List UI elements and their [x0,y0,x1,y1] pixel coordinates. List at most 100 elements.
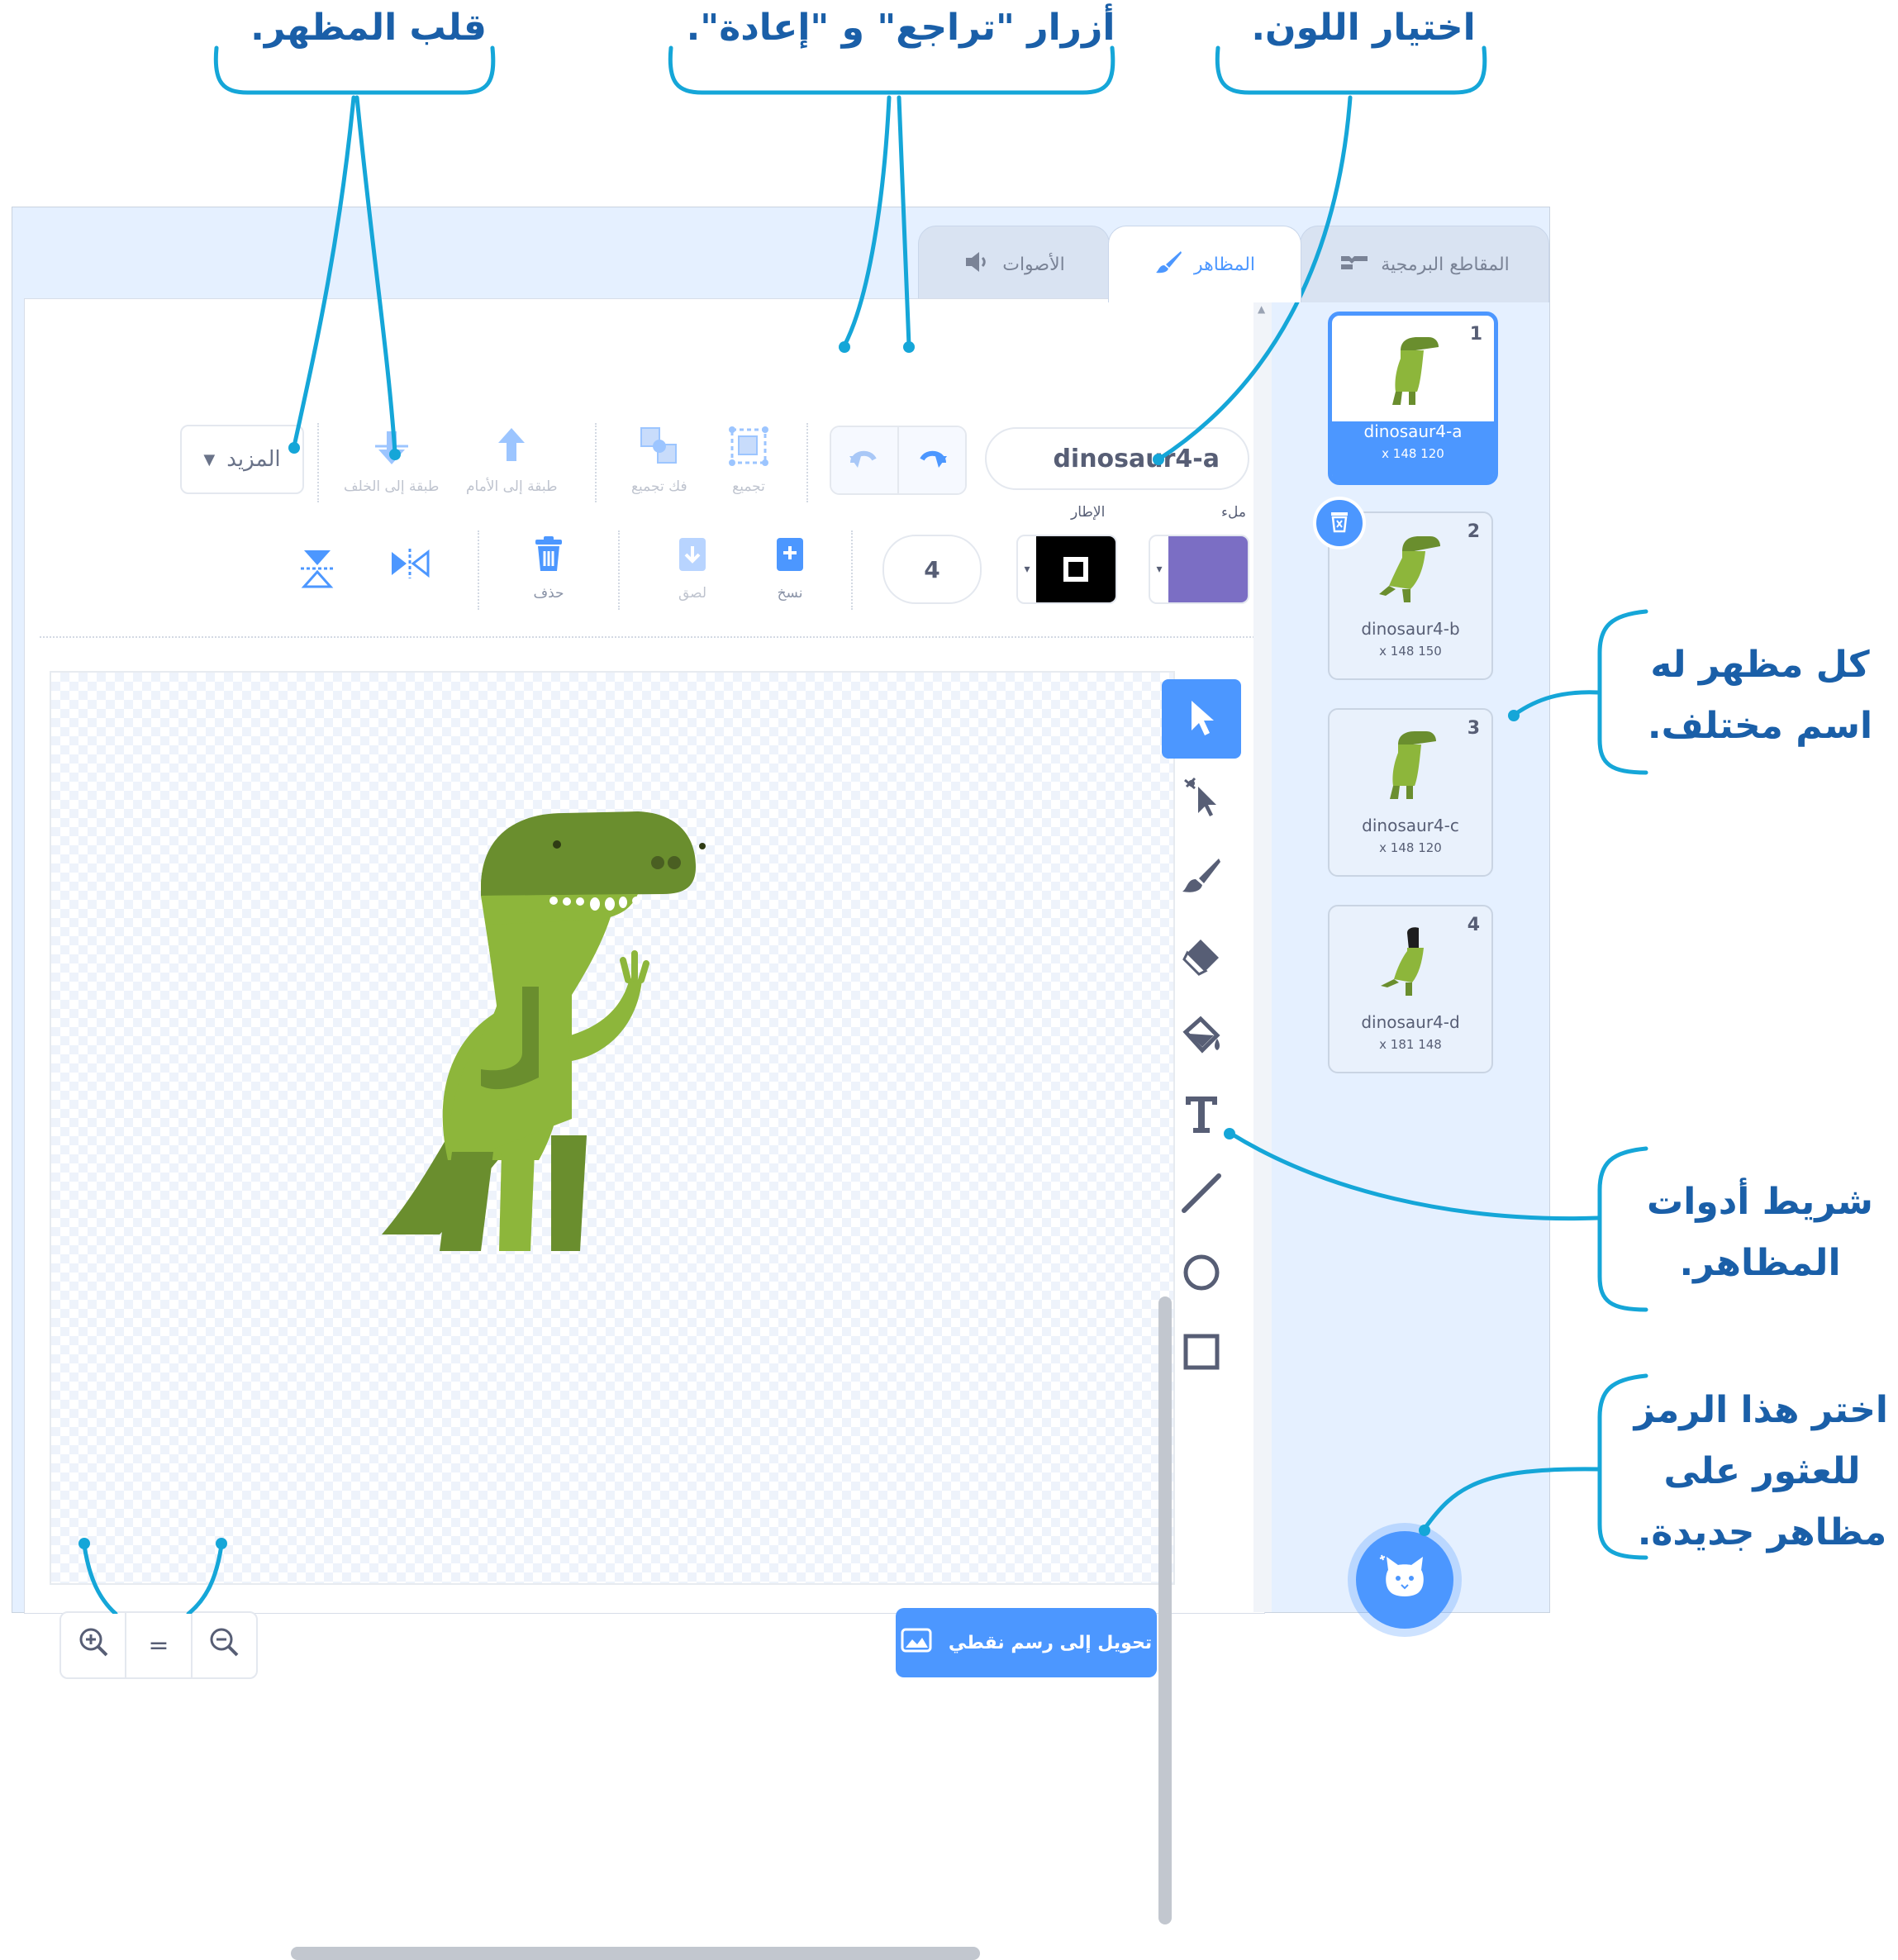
redo-button[interactable] [897,427,965,493]
speaker-icon [963,250,991,279]
callout-toolbar: شريط أدوات المظاهر. [1644,1172,1876,1294]
callout-flip: قلب المظهر. [250,7,487,49]
circle-tool[interactable] [1162,1235,1241,1314]
zoom-in-button[interactable] [61,1613,125,1677]
flip-horizontal-button[interactable] [388,547,431,584]
separator [806,423,808,502]
costume-name: dinosaur4-d [1361,1012,1460,1032]
panel-scrollbar[interactable]: ▲ [1253,298,1272,1612]
callout-costume-names-line1: كل مظهر له [1650,644,1870,686]
zoom-reset-button[interactable]: = [125,1613,190,1677]
undo-icon [848,446,881,474]
tab-sounds-label: الأصوات [1002,254,1065,275]
outline-color-picker[interactable]: ▾ [1016,535,1117,604]
brush-tool[interactable] [1162,838,1241,917]
fill-color-picker[interactable]: ▾ [1149,535,1249,604]
callout-toolbar-line2: المظاهر. [1679,1242,1841,1284]
zoom-out-button[interactable] [190,1613,256,1677]
fill-bucket-icon [1181,1014,1222,1058]
redo-icon [916,446,949,474]
circle-tool-icon [1181,1252,1222,1296]
dinosaur-costume-image[interactable] [365,788,828,1284]
flip-vertical-button[interactable] [299,547,335,594]
costume-thumbnail [1377,531,1444,609]
ungroup-icon [638,425,681,472]
text-tool-icon [1182,1093,1220,1138]
eraser-tool[interactable] [1162,917,1241,997]
canvas-horizontal-scrollbar[interactable] [291,1947,980,1960]
paste-icon [674,535,711,578]
convert-bitmap-label: تحويل إلى رسم نقطي [948,1632,1153,1653]
more-dropdown[interactable]: المزيد ▼ [180,425,304,494]
rectangle-tool[interactable] [1162,1314,1241,1393]
group-label: تجميع [732,478,765,495]
copy-icon [772,535,808,578]
costume-thumbnail [1382,728,1439,806]
drawing-canvas[interactable] [50,671,1175,1960]
undo-redo-group [830,426,967,495]
fill-tool[interactable] [1162,997,1241,1076]
costume-size: x 148 150 [1379,644,1442,659]
zoom-controls: = [59,1611,258,1679]
undo-button[interactable] [831,427,897,493]
costume-item[interactable]: 1 dinosaur4-a x 148 120 [1328,312,1498,485]
callout-costume-names-line2: اسم مختلف. [1647,705,1873,747]
ungroup-label: فك تجميع [631,478,687,495]
reshape-icon [1182,775,1221,821]
costume-number: 3 [1467,718,1480,739]
costume-size: x 181 148 [1379,1037,1442,1052]
cat-costume-icon [1378,1553,1431,1606]
costume-size: x 148 120 [1382,446,1444,461]
costume-item[interactable]: 3 dinosaur4-c x 148 120 [1328,708,1493,877]
group-button[interactable]: تجميع [727,425,770,495]
costume-number: 4 [1467,915,1480,935]
tab-costumes[interactable]: المظاهر [1108,226,1301,302]
callout-costume-names: كل مظهر له اسم مختلف. [1644,635,1876,757]
separator [595,423,597,502]
zoom-in-icon [77,1625,110,1665]
outline-size-input[interactable]: 4 [882,535,982,604]
more-label: المزيد [226,447,281,472]
callout-color: اختيار اللون. [1251,7,1476,49]
image-icon [901,1628,932,1658]
costume-item[interactable]: 4 dinosaur4-d x 181 148 [1328,905,1493,1073]
tab-sounds[interactable]: الأصوات [918,226,1110,302]
trash-icon [530,535,567,578]
code-blocks-icon [1339,251,1369,278]
chevron-down-icon: ▼ [203,450,216,469]
outline-color-swatch [1036,536,1115,602]
separator [478,530,479,610]
eraser-icon [1181,935,1222,979]
convert-to-bitmap-button[interactable]: تحويل إلى رسم نقطي [896,1608,1157,1677]
costume-thumbnail [1384,334,1442,412]
fill-color-swatch [1168,536,1248,602]
backward-layer-button[interactable]: طبقة إلى الخلف [344,425,439,495]
forward-layer-button[interactable]: طبقة إلى الأمام [466,425,557,495]
paste-button[interactable]: لصق [674,535,711,602]
ungroup-button[interactable]: فك تجميع [631,425,687,495]
arrow-down-icon [370,425,413,472]
tab-costumes-label: المظاهر [1193,254,1256,275]
separator [618,530,620,610]
flip-vertical-icon [299,547,335,594]
line-tool[interactable] [1162,1155,1241,1235]
callout-choose-costume: اختر هذا الرمز للعثور على مظاهر جديدة. [1634,1380,1888,1563]
callout-choose-line2: للعثور على [1663,1450,1861,1492]
arrow-up-icon [490,425,533,472]
delete-button[interactable]: حذف [530,535,567,602]
outline-label: الإطار [1071,504,1106,521]
copy-button[interactable]: نسخ [772,535,808,602]
reshape-tool[interactable] [1162,759,1241,838]
tab-code[interactable]: المقاطع البرمجية [1300,226,1549,302]
costume-name-input[interactable]: dinosaur4-a [985,427,1249,490]
text-tool[interactable] [1162,1076,1241,1155]
costume-thumbnail [1377,925,1444,1002]
copy-label: نسخ [777,585,803,602]
trash-icon [1329,510,1350,536]
costume-name: dinosaur4-a [1363,421,1463,441]
costume-size: x 148 120 [1379,840,1442,855]
select-tool[interactable] [1162,679,1241,759]
choose-costume-button[interactable] [1356,1531,1453,1629]
delete-costume-button[interactable] [1313,497,1366,549]
tab-code-label: المقاطع البرمجية [1381,254,1510,275]
